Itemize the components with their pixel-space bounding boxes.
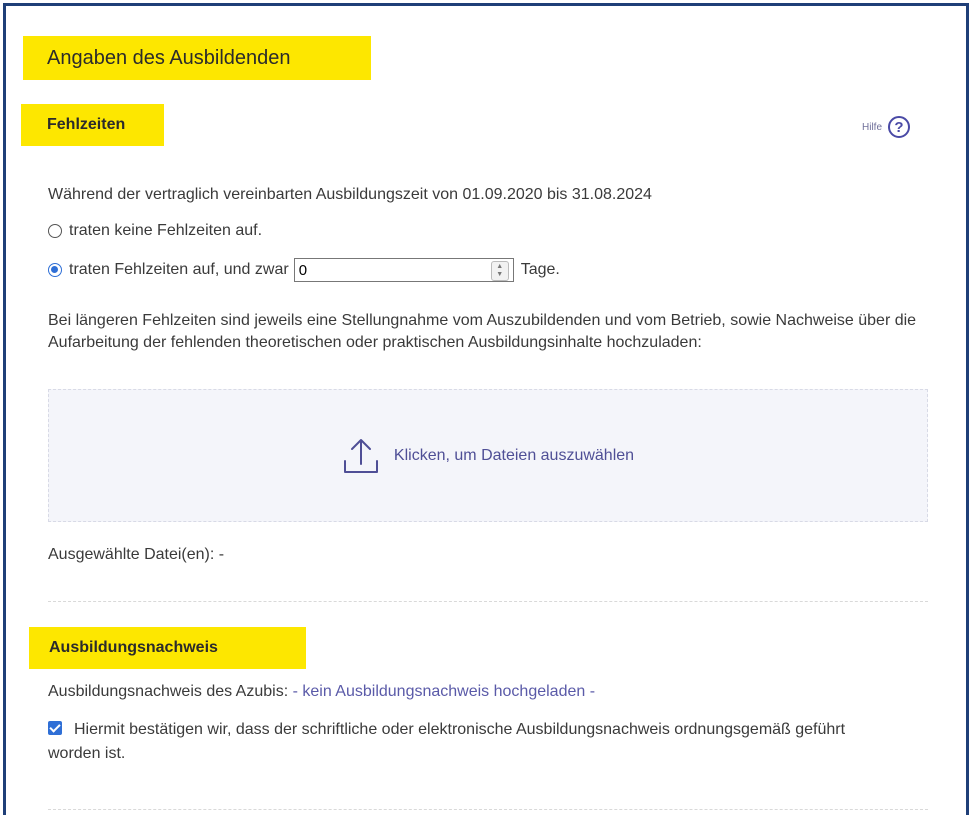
days-spinner[interactable]: ▲ ▼ — [490, 261, 509, 281]
section-title-text: Angaben des Ausbildenden — [47, 46, 291, 69]
fehlzeiten-heading: Fehlzeiten — [21, 104, 164, 146]
file-dropzone[interactable]: Klicken, um Dateien auszuwählen — [48, 389, 928, 522]
radio-absence-button[interactable] — [48, 263, 62, 277]
radio-absence-label[interactable]: traten Fehlzeiten auf, und zwar — [69, 261, 289, 279]
period-text: Während der vertraglich vereinbarten Aus… — [48, 186, 652, 203]
upload-info-text: Bei längeren Fehlzeiten sind jeweils ein… — [48, 312, 917, 351]
nachweis-status: - kein Ausbildungsnachweis hochgeladen - — [292, 683, 596, 700]
upload-icon[interactable] — [342, 436, 380, 476]
selected-files: Ausgewählte Datei(en): - — [48, 546, 225, 563]
radio-absence[interactable]: traten Fehlzeiten auf, und zwar 0 ▲ ▼ Ta… — [48, 258, 560, 282]
radio-no-absence[interactable]: traten keine Fehlzeiten auf. — [48, 222, 262, 240]
help-label[interactable]: Hilfe — [862, 122, 882, 133]
question-circle-icon[interactable]: ? — [888, 116, 911, 138]
nachweis-line: Ausbildungsnachweis des Azubis: - kein A… — [48, 683, 595, 701]
nachweis-heading-text: Ausbildungsnachweis — [49, 639, 218, 656]
days-input-value[interactable]: 0 — [299, 262, 307, 279]
nachweis-heading: Ausbildungsnachweis — [29, 627, 306, 669]
confirm-checkbox-row[interactable]: Hiermit bestätigen wir, dass der schrift… — [48, 718, 888, 766]
confirm-text[interactable]: Hiermit bestätigen wir, dass der schrift… — [48, 721, 845, 762]
spinner-up-icon[interactable]: ▲ — [496, 263, 503, 271]
nachweis-label: Ausbildungsnachweis des Azubis: — [48, 683, 289, 700]
radio-no-absence-button[interactable] — [48, 224, 62, 238]
days-input[interactable]: 0 ▲ ▼ — [293, 258, 514, 282]
help-link[interactable]: Hilfe ? — [862, 116, 911, 138]
spinner-down-icon[interactable]: ▼ — [496, 271, 503, 279]
divider-bottom — [48, 809, 928, 810]
fehlzeiten-heading-text: Fehlzeiten — [47, 116, 126, 133]
radio-no-absence-label[interactable]: traten keine Fehlzeiten auf. — [69, 222, 262, 240]
days-unit: Tage. — [520, 261, 560, 278]
upload-label[interactable]: Klicken, um Dateien auszuwählen — [394, 447, 634, 465]
divider — [48, 601, 928, 602]
confirm-checkbox[interactable] — [48, 721, 62, 735]
section-title: Angaben des Ausbildenden — [23, 36, 371, 80]
